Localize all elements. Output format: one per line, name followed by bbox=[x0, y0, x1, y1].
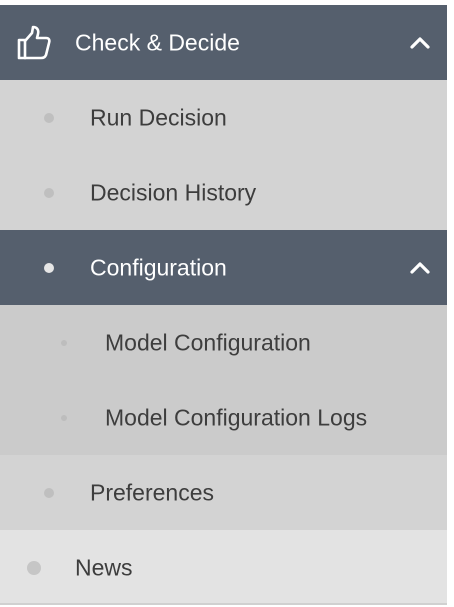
submenu-item-model-configuration-logs[interactable]: Model Configuration Logs bbox=[0, 380, 447, 455]
submenu-item-label: Model Configuration bbox=[105, 329, 311, 355]
bullet-icon bbox=[44, 112, 54, 123]
submenu-item-label: Model Configuration Logs bbox=[105, 404, 368, 430]
menu-item-label: Preferences bbox=[90, 479, 215, 505]
menu-header-label: Check & Decide bbox=[75, 29, 240, 55]
bullet-icon bbox=[27, 560, 41, 575]
menu-item-label: Decision History bbox=[90, 179, 257, 205]
chevron-up-icon[interactable] bbox=[409, 261, 431, 275]
menu-item-configuration[interactable]: Configuration bbox=[0, 230, 447, 305]
bullet-icon bbox=[61, 414, 67, 421]
sidebar-menu: Check & Decide Run Decision Decision His… bbox=[0, 5, 447, 605]
thumbs-up-icon bbox=[17, 25, 51, 59]
menu-item-news[interactable]: News bbox=[0, 530, 447, 605]
bullet-icon bbox=[44, 262, 54, 273]
bullet-icon bbox=[44, 187, 54, 198]
chevron-up-icon[interactable] bbox=[409, 36, 431, 50]
menu-header-check-decide[interactable]: Check & Decide bbox=[0, 5, 447, 80]
divider bbox=[0, 603, 447, 605]
submenu-item-model-configuration[interactable]: Model Configuration bbox=[0, 305, 447, 380]
menu-item-run-decision[interactable]: Run Decision bbox=[0, 80, 447, 155]
menu-item-decision-history[interactable]: Decision History bbox=[0, 155, 447, 230]
bullet-icon bbox=[61, 339, 67, 346]
menu-item-label: Run Decision bbox=[90, 104, 227, 130]
menu-item-label: Configuration bbox=[90, 254, 227, 280]
menu-item-label: News bbox=[75, 554, 133, 580]
bullet-icon bbox=[44, 487, 54, 498]
menu-item-preferences[interactable]: Preferences bbox=[0, 455, 447, 530]
